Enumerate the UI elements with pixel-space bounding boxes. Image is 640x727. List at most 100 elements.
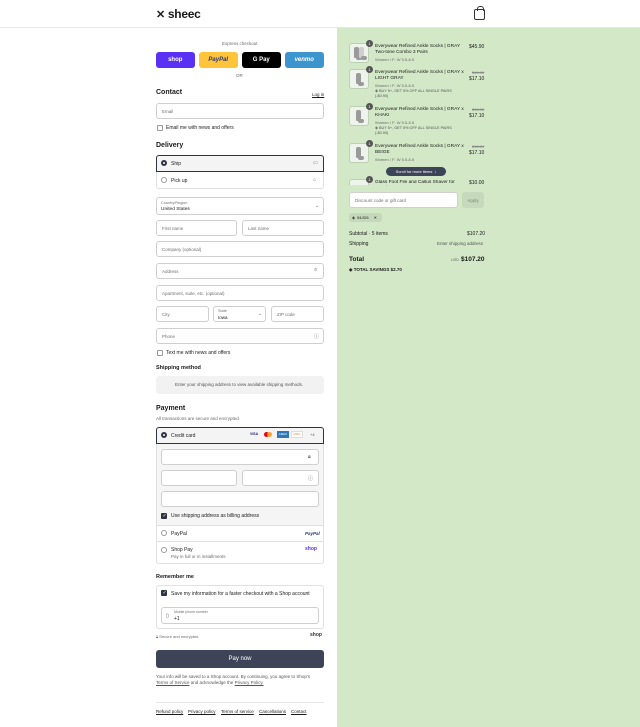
- legal-and: and acknowledge the: [190, 680, 234, 685]
- save-info-checkbox[interactable]: [161, 590, 167, 596]
- product-name: Glass Foot File and Callus Shaver for Fe…: [375, 180, 455, 185]
- pickup-radio[interactable]: [161, 177, 167, 183]
- legal-line-2: Terms of Service and acknowledge the Pri…: [156, 680, 310, 686]
- ship-option[interactable]: [156, 155, 324, 172]
- email-field[interactable]: Email: [156, 103, 324, 119]
- shop-pay-option[interactable]: [156, 542, 324, 564]
- total-savings: ◈ TOTAL SAVINGS $2.70: [349, 267, 402, 273]
- zip-placeholder: ZIP code: [277, 312, 295, 317]
- paypal-radio[interactable]: [161, 530, 167, 536]
- product-price: $45.90: [469, 44, 485, 50]
- apply-button[interactable]: Apply: [462, 192, 484, 208]
- venmo-express-button[interactable]: venmo: [285, 52, 324, 68]
- state-label: State: [218, 309, 227, 313]
- text-offers-checkbox[interactable]: [157, 350, 163, 356]
- subtotal-label: Subtotal · 5 items: [349, 231, 388, 237]
- google-pay-express-button[interactable]: G Pay: [242, 52, 281, 68]
- country-select[interactable]: Country/Region United States ⌄: [156, 197, 324, 215]
- first-name-field[interactable]: First name: [156, 220, 237, 236]
- legal-text: Your info will be saved to a Shop accoun…: [156, 674, 310, 686]
- total-savings-value: $2.70: [390, 267, 402, 272]
- expiration-field[interactable]: [161, 470, 237, 486]
- billing-same-label: Use shipping address as billing address: [171, 513, 260, 519]
- first-name-placeholder: First name: [162, 226, 184, 231]
- privacy-link[interactable]: Privacy Policy.: [235, 680, 264, 685]
- shop-pay-radio[interactable]: [161, 547, 167, 553]
- quantity-badge: 1: [366, 176, 373, 183]
- total-savings-label: TOTAL SAVINGS: [353, 267, 390, 272]
- original-price: $18.00: [472, 107, 485, 112]
- shipping-label: Shipping: [349, 241, 369, 247]
- quantity-badge: 1: [366, 66, 373, 73]
- secure-label: Secure and encrypted: [159, 634, 199, 639]
- close-icon[interactable]: ✕: [374, 215, 377, 220]
- chevron-down-icon: ⌄: [315, 203, 320, 209]
- state-select[interactable]: State Iowa ⌄: [213, 306, 266, 322]
- original-price: $18.00: [472, 144, 485, 149]
- tag-icon: ◈: [352, 215, 356, 220]
- product-price: $10.00: [469, 180, 485, 186]
- credit-card-radio[interactable]: [161, 432, 167, 438]
- contact-heading: Contact: [156, 89, 183, 96]
- text-offers-label: Text me with news and offers: [166, 350, 231, 356]
- zip-field[interactable]: ZIP code: [271, 306, 324, 322]
- mastercard-icon: [264, 431, 274, 438]
- help-icon[interactable]: ⓘ: [308, 475, 313, 482]
- billing-same-checkbox[interactable]: [161, 513, 167, 519]
- brand-name: sheec: [167, 7, 201, 21]
- payment-subtitle: All transactions are secure and encrypte…: [156, 416, 241, 421]
- mobile-phone-field[interactable]: ▯ Mobile phone number +1: [161, 607, 319, 624]
- more-cards-badge: +4: [310, 432, 315, 437]
- mobile-phone-label: Mobile phone number: [174, 610, 208, 614]
- contact-link[interactable]: Contact: [291, 709, 307, 714]
- product-variant: Women / F: W 5.5-8.5: [375, 57, 415, 62]
- product-variant: Women / F: W 5.5-8.5: [375, 83, 415, 88]
- terms-link[interactable]: Terms of Service: [156, 680, 190, 685]
- logo-x-icon: ✕: [156, 8, 165, 21]
- card-number-field[interactable]: 🔒︎: [161, 449, 319, 465]
- applied-discount-tag: ◈ 54JD5 ✕: [349, 213, 382, 222]
- company-field[interactable]: Company (optional): [156, 241, 324, 257]
- quantity-badge: 1: [366, 140, 373, 147]
- phone-field[interactable]: Phone ⓘ: [156, 328, 324, 344]
- refund-policy-link[interactable]: Refund policy: [156, 709, 183, 714]
- header: ✕ sheec: [0, 0, 640, 28]
- terms-of-service-link[interactable]: Terms of service: [221, 709, 254, 714]
- name-on-card-field[interactable]: [161, 491, 319, 507]
- save-info-label: Save my information for a faster checkou…: [171, 591, 310, 597]
- city-field[interactable]: City: [156, 306, 209, 322]
- newsletter-checkbox[interactable]: [157, 125, 163, 131]
- scroll-for-more-button[interactable]: Scroll for more items ↓: [386, 167, 446, 176]
- shopping-bag-icon[interactable]: [474, 6, 485, 20]
- help-icon[interactable]: ⓘ: [314, 333, 319, 340]
- ship-radio[interactable]: [161, 160, 167, 166]
- address-field[interactable]: Address ⌕: [156, 263, 324, 279]
- product-name: Everywear Refined Ankle Socks | GRAY Two…: [375, 44, 461, 55]
- discount-code-field[interactable]: Discount code or gift card: [349, 192, 458, 208]
- login-link[interactable]: Log in: [312, 92, 324, 97]
- applied-code: 54JD5: [357, 215, 369, 220]
- original-price: $18.00: [472, 70, 485, 75]
- subtotal-value: $107.20: [467, 231, 486, 237]
- cancellations-link[interactable]: Cancellations: [259, 709, 286, 714]
- product-variant: Women / F: W 5.5-8.5: [375, 120, 415, 125]
- paypal-express-button[interactable]: PayPal: [199, 52, 238, 68]
- arrow-down-icon: ↓: [434, 169, 437, 174]
- ship-label: Ship: [171, 161, 182, 167]
- product-name: Everywear Refined Ankle Socks | GRAY x L…: [375, 70, 464, 81]
- discount-placeholder: Discount code or gift card: [355, 198, 407, 203]
- security-code-field[interactable]: ⓘ: [242, 470, 319, 486]
- promo-text: BUY 5+, GET 5% OFF ALL SINGLE PAIRS (-$0…: [375, 89, 452, 98]
- last-name-field[interactable]: Last name: [242, 220, 324, 236]
- quantity-badge: 1: [366, 103, 373, 110]
- shop-pay-express-button[interactable]: shop: [156, 52, 195, 68]
- pay-now-button[interactable]: Pay now: [156, 650, 324, 668]
- apartment-field[interactable]: Apartment, suite, etc. (optional): [156, 285, 324, 301]
- store-icon: ⌂: [313, 177, 317, 183]
- discount-note: ◈ BUY 5+, GET 5% OFF ALL SINGLE PAIRS (-…: [375, 126, 461, 136]
- brand-logo[interactable]: ✕ sheec: [156, 7, 201, 21]
- privacy-policy-link[interactable]: Privacy policy: [188, 709, 216, 714]
- quantity-badge: 1: [366, 40, 373, 47]
- phone-icon: ▯: [166, 613, 169, 619]
- product-price: $17.10: [469, 113, 485, 119]
